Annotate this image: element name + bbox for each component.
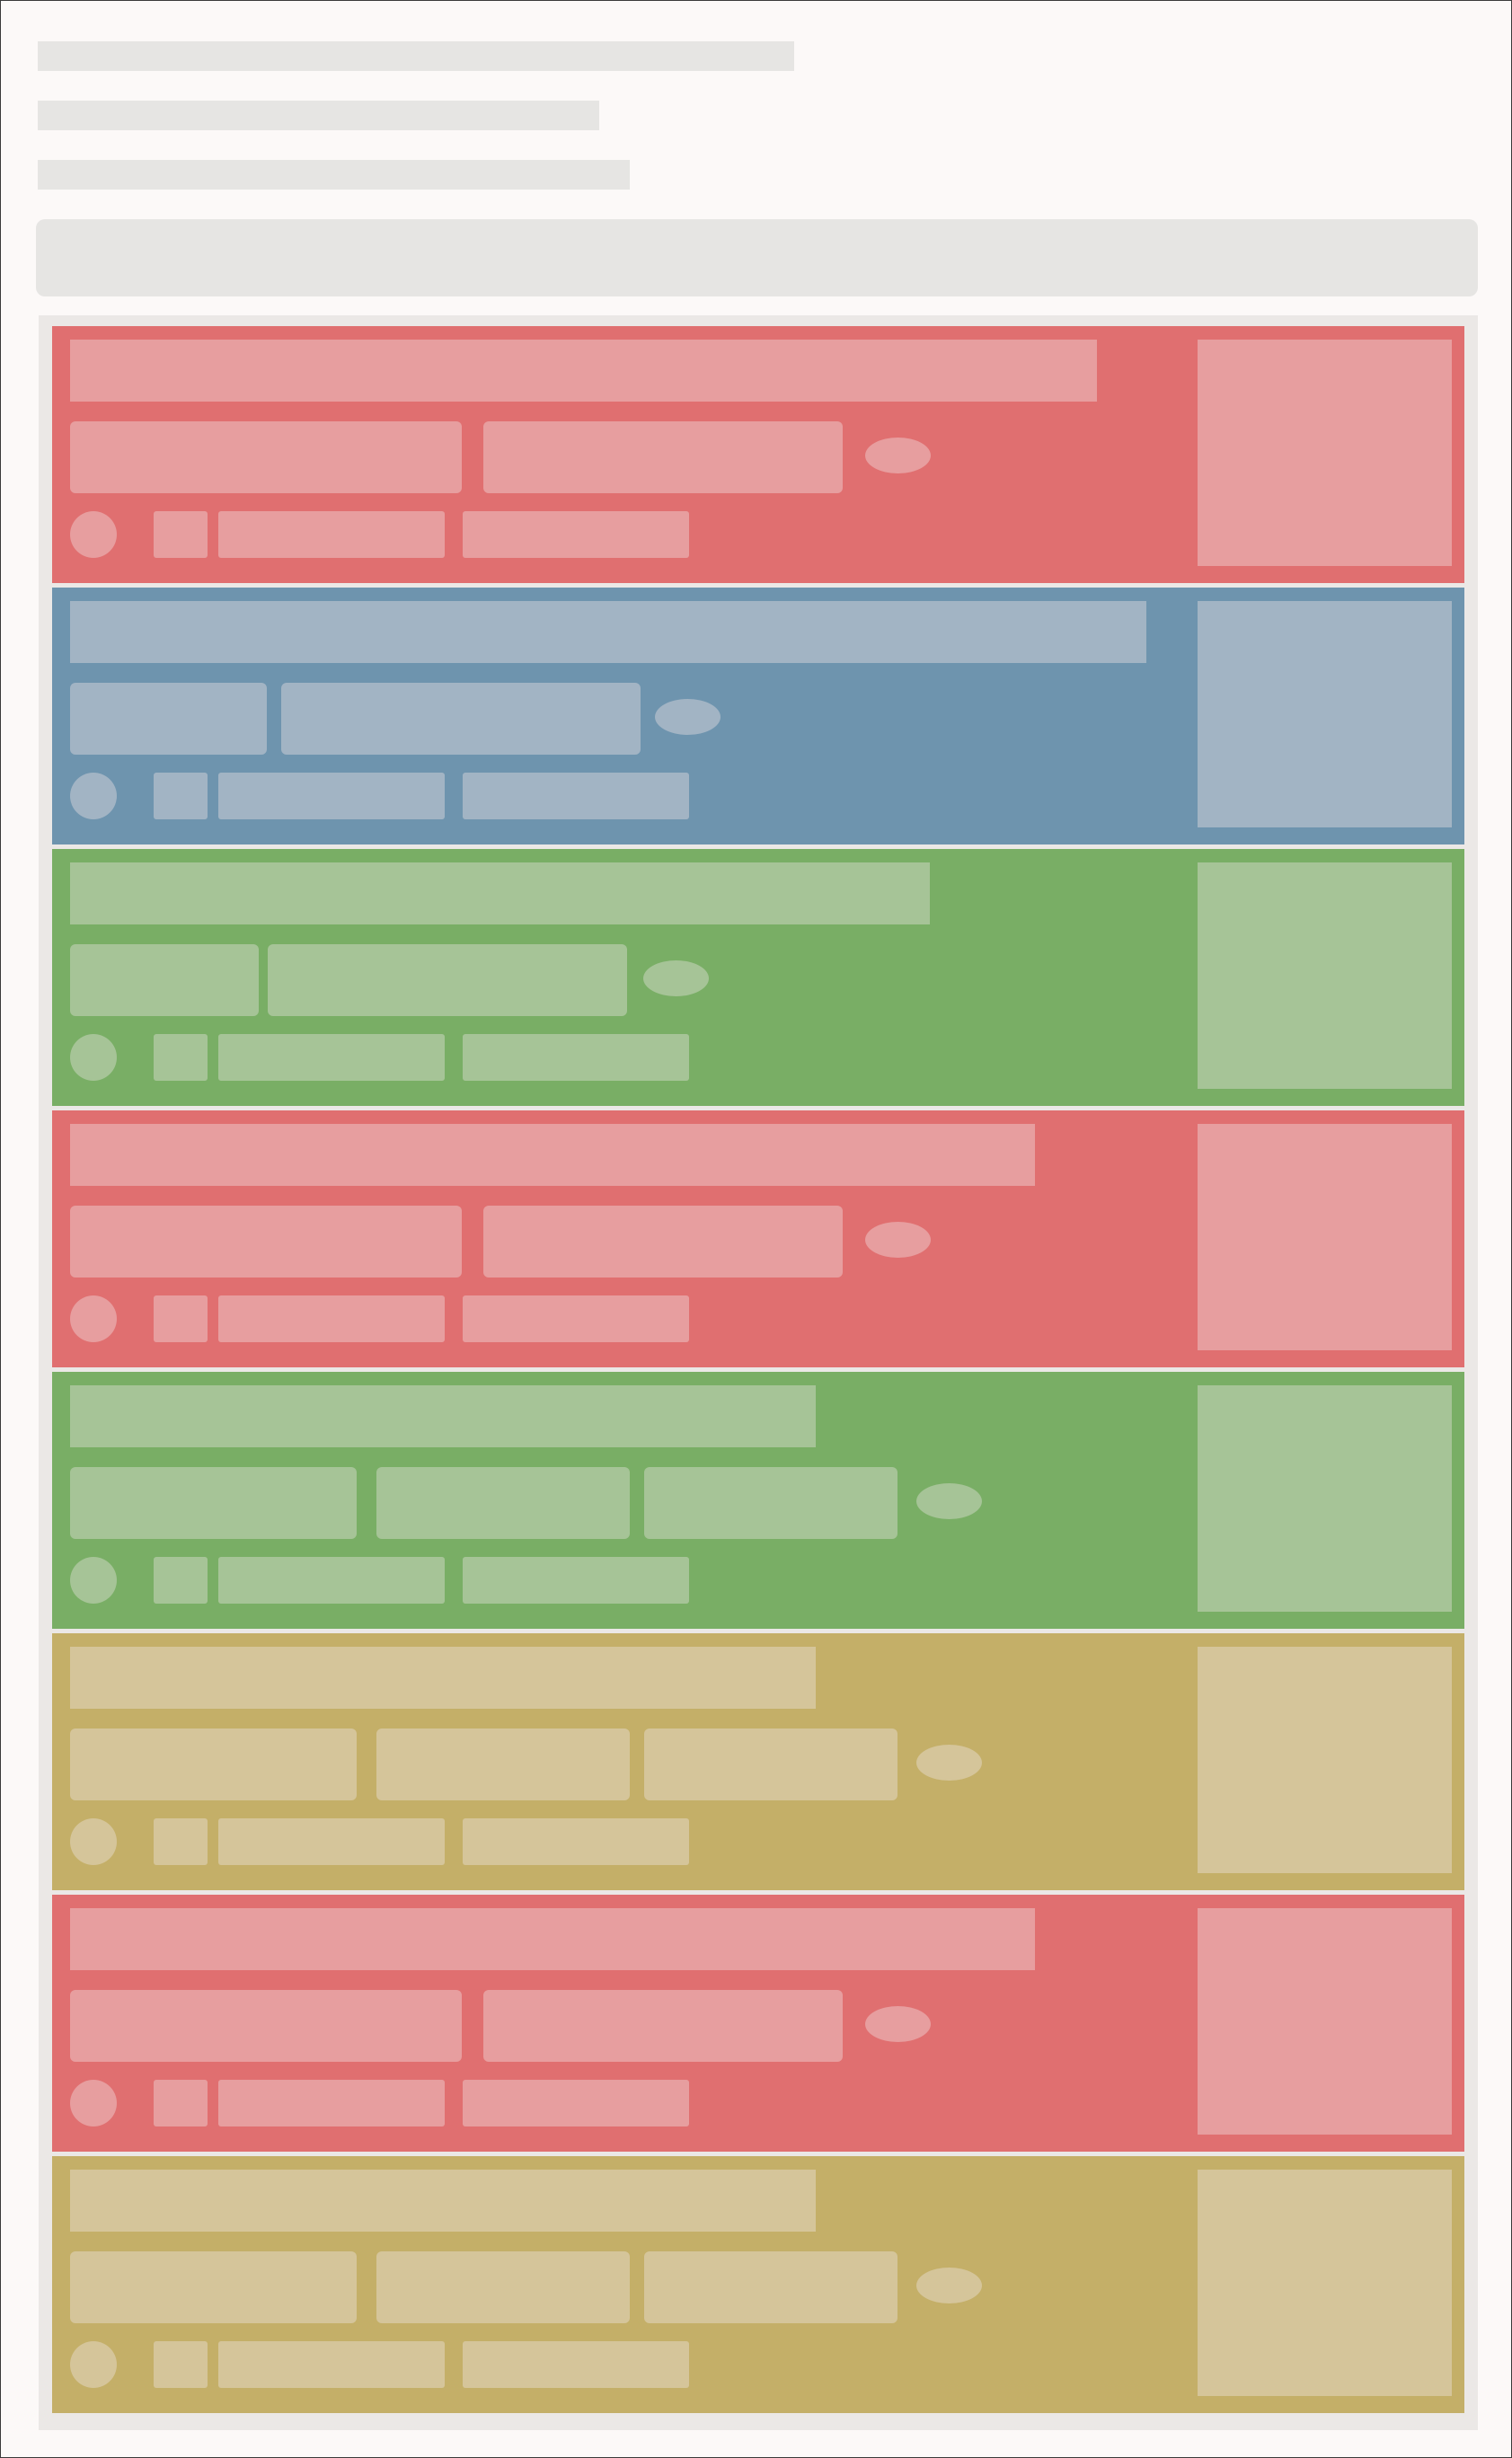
card-meta-icon-placeholder: [154, 1818, 208, 1865]
card-meta-text-placeholder: [218, 773, 445, 819]
header-text-placeholder: [38, 41, 794, 71]
card-badge-placeholder: [643, 960, 709, 996]
card-badge-placeholder: [916, 1483, 982, 1519]
card-thumbnail-placeholder: [1198, 1908, 1452, 2135]
search-bar-placeholder: [36, 219, 1478, 296]
card-meta-icon-placeholder: [154, 2080, 208, 2126]
card-meta-text-placeholder: [463, 2080, 689, 2126]
skeleton-page: [0, 0, 1512, 2458]
list-item-card[interactable]: [52, 1372, 1464, 1629]
avatar-placeholder: [70, 2341, 117, 2388]
card-chip-placeholder: [644, 1467, 897, 1539]
card-chip-placeholder: [70, 2251, 357, 2323]
avatar-placeholder: [70, 773, 117, 819]
card-chip-placeholder: [483, 1990, 843, 2062]
subtitle-text-placeholder: [38, 101, 599, 130]
card-badge-placeholder: [916, 2268, 982, 2303]
card-meta-icon-placeholder: [154, 511, 208, 558]
card-title-placeholder: [70, 1908, 1035, 1970]
card-thumbnail-placeholder: [1198, 862, 1452, 1089]
card-badge-placeholder: [655, 699, 721, 735]
card-meta-text-placeholder: [463, 511, 689, 558]
card-chip-placeholder: [376, 2251, 630, 2323]
card-meta-text-placeholder: [463, 1034, 689, 1081]
avatar-placeholder: [70, 511, 117, 558]
card-chip-placeholder: [70, 1990, 462, 2062]
list-item-card[interactable]: [52, 2156, 1464, 2413]
card-chip-placeholder: [70, 1206, 462, 1278]
card-title-placeholder: [70, 1385, 816, 1447]
card-chip-placeholder: [70, 421, 462, 493]
card-meta-text-placeholder: [218, 1034, 445, 1081]
card-chip-placeholder: [70, 1729, 357, 1800]
card-meta-icon-placeholder: [154, 1295, 208, 1342]
card-thumbnail-placeholder: [1198, 601, 1452, 827]
card-meta-text-placeholder: [218, 2080, 445, 2126]
card-chip-placeholder: [483, 1206, 843, 1278]
card-meta-text-placeholder: [218, 1295, 445, 1342]
list-item-card[interactable]: [52, 849, 1464, 1106]
avatar-placeholder: [70, 2080, 117, 2126]
card-title-placeholder: [70, 601, 1146, 663]
card-meta-text-placeholder: [218, 2341, 445, 2388]
card-chip-placeholder: [644, 2251, 897, 2323]
card-meta-icon-placeholder: [154, 2341, 208, 2388]
card-meta-icon-placeholder: [154, 1557, 208, 1604]
card-title-placeholder: [70, 1647, 816, 1709]
card-thumbnail-placeholder: [1198, 1385, 1452, 1612]
card-badge-placeholder: [865, 438, 931, 473]
card-thumbnail-placeholder: [1198, 340, 1452, 566]
card-title-placeholder: [70, 862, 930, 924]
card-chip-placeholder: [70, 944, 259, 1016]
card-meta-icon-placeholder: [154, 1034, 208, 1081]
card-title-placeholder: [70, 340, 1097, 402]
card-chip-placeholder: [376, 1729, 630, 1800]
card-title-placeholder: [70, 1124, 1035, 1186]
card-meta-text-placeholder: [218, 511, 445, 558]
avatar-placeholder: [70, 1034, 117, 1081]
card-chip-placeholder: [70, 683, 267, 755]
avatar-placeholder: [70, 1557, 117, 1604]
card-badge-placeholder: [865, 1222, 931, 1258]
card-meta-text-placeholder: [463, 1818, 689, 1865]
card-meta-text-placeholder: [463, 1295, 689, 1342]
list-item-card[interactable]: [52, 326, 1464, 583]
list-item-card[interactable]: [52, 1633, 1464, 1890]
list-item-card[interactable]: [52, 588, 1464, 844]
list-item-card[interactable]: [52, 1895, 1464, 2152]
card-thumbnail-placeholder: [1198, 1124, 1452, 1350]
card-list: [39, 315, 1478, 2430]
card-meta-text-placeholder: [463, 2341, 689, 2388]
card-meta-text-placeholder: [463, 773, 689, 819]
card-meta-text-placeholder: [218, 1557, 445, 1604]
card-thumbnail-placeholder: [1198, 2170, 1452, 2396]
card-meta-text-placeholder: [218, 1818, 445, 1865]
card-badge-placeholder: [865, 2006, 931, 2042]
card-meta-icon-placeholder: [154, 773, 208, 819]
list-item-card[interactable]: [52, 1110, 1464, 1367]
card-badge-placeholder: [916, 1745, 982, 1781]
card-chip-placeholder: [70, 1467, 357, 1539]
card-chip-placeholder: [376, 1467, 630, 1539]
card-chip-placeholder: [281, 683, 641, 755]
card-title-placeholder: [70, 2170, 816, 2232]
avatar-placeholder: [70, 1818, 117, 1865]
card-chip-placeholder: [268, 944, 627, 1016]
card-thumbnail-placeholder: [1198, 1647, 1452, 1873]
card-meta-text-placeholder: [463, 1557, 689, 1604]
avatar-placeholder: [70, 1295, 117, 1342]
meta-text-placeholder: [38, 160, 630, 190]
card-chip-placeholder: [483, 421, 843, 493]
card-chip-placeholder: [644, 1729, 897, 1800]
